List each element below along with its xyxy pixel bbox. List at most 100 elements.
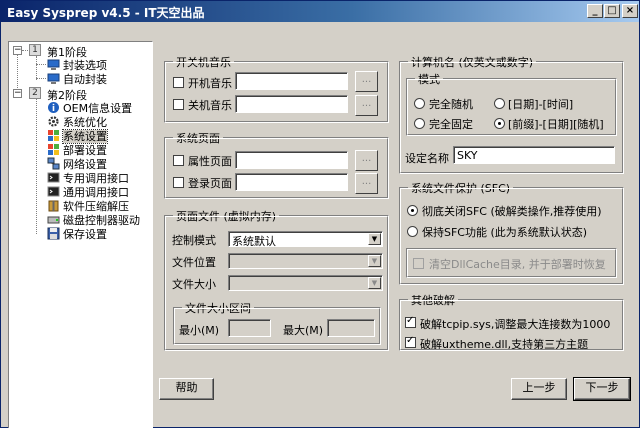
computer-name-group: 计算机名 (仅英文或数字) 模式 完全随机 [日期]-[时间] 完全固定 [前缀… [399, 54, 624, 174]
sfc-group: 系统文件保护 (SFC) 彻底关闭SFC (破解类操作,推荐使用) 保持SFC功… [399, 180, 624, 285]
boot-music-title: 开关机音乐 [173, 54, 234, 70]
minimize-button[interactable]: _ [587, 4, 603, 18]
startup-music-browse-button[interactable]: ... [355, 71, 378, 92]
login-page-checkbox[interactable] [173, 177, 184, 188]
uxtheme-crack-checkbox[interactable] [405, 335, 416, 348]
maximize-button[interactable]: □ [604, 4, 620, 18]
pagefile-group: 页面文件 (虚拟内存) 控制模式 系统默认 ▼ 文件位置 ▼ 文件大小 ▼ 文件… [164, 208, 389, 351]
clear-dllcache-label: 清空DllCache目录, 并于部署时恢复 [429, 258, 606, 271]
pagefile-size-label: 文件大小 [172, 278, 216, 291]
stage2-expander[interactable]: − [13, 89, 22, 98]
window-title: Easy Sysprep v4.5 - IT天空出品 [7, 6, 205, 20]
name-mode-prefix-label: [前缀]-[日期][随机] [508, 118, 604, 131]
tree-item-dedicated-interface[interactable]: 专用调用接口 [47, 170, 129, 185]
monitor-icon [47, 58, 60, 71]
stage1-number: 1 [29, 44, 41, 56]
sfc-keep-radio[interactable] [407, 226, 418, 237]
computer-name-title: 计算机名 (仅英文或数字) [408, 54, 537, 70]
tree-item-label: 自动封装 [63, 73, 107, 86]
props-page-label: 属性页面 [188, 155, 232, 168]
computer-name-mode-group: 模式 完全随机 [日期]-[时间] 完全固定 [前缀]-[日期][随机] [406, 71, 617, 136]
shutdown-music-browse-button[interactable]: ... [355, 95, 378, 116]
tree-item-optimize[interactable]: 系统优化 [47, 114, 107, 129]
tcpip-crack-checkbox[interactable] [405, 315, 416, 328]
startup-music-checkbox[interactable] [173, 77, 184, 88]
clear-dllcache-checkbox[interactable] [413, 258, 424, 269]
tree-item-system-settings[interactable]: 系统设置 [47, 128, 108, 144]
props-page-input[interactable] [235, 151, 348, 169]
tree-item-disk-driver[interactable]: 磁盘控制器驱动 [47, 212, 140, 227]
name-mode-fixed-label: 完全固定 [429, 118, 473, 131]
min-size-input[interactable] [228, 319, 271, 337]
name-mode-fixed-radio[interactable] [414, 118, 425, 129]
login-page-input[interactable] [235, 173, 348, 191]
pagefile-location-select[interactable]: ▼ [228, 253, 383, 269]
sfc-keep-label: 保持SFC功能 (此为系统默认状态) [422, 226, 588, 239]
pagefile-title: 页面文件 (虚拟内存) [173, 208, 280, 224]
shutdown-music-checkbox[interactable] [173, 99, 184, 110]
name-mode-prefix-radio[interactable] [494, 118, 505, 129]
disk-icon [47, 213, 60, 226]
terminal-icon [47, 185, 60, 198]
boot-music-group: 开关机音乐 开机音乐 ... 关机音乐 ... [164, 54, 389, 123]
pagefile-location-label: 文件位置 [172, 256, 216, 269]
max-size-input[interactable] [327, 319, 375, 337]
uxtheme-crack-label: 破解uxtheme.dll,支持第三方主题 [420, 338, 589, 351]
max-size-label: 最大(M) [283, 324, 324, 337]
props-page-checkbox[interactable] [173, 155, 184, 166]
system-page-title: 系统页面 [173, 130, 223, 146]
terminal-icon [47, 171, 60, 184]
chevron-down-icon[interactable]: ▼ [368, 233, 381, 245]
sfc-disable-radio[interactable] [407, 205, 418, 216]
computer-name-mode-title: 模式 [415, 71, 443, 87]
name-mode-datetime-label: [日期]-[时间] [508, 98, 574, 111]
stage1-expander[interactable]: − [13, 46, 22, 55]
close-button[interactable]: × [622, 4, 638, 18]
login-page-label: 登录页面 [188, 177, 232, 190]
tree-item-auto-package[interactable]: 自动封装 [47, 71, 107, 86]
startup-music-label: 开机音乐 [188, 77, 232, 90]
gear-icon [47, 115, 60, 128]
startup-music-input[interactable] [235, 72, 348, 90]
props-page-browse-button[interactable]: ... [355, 150, 378, 171]
prev-button[interactable]: 上一步 [511, 378, 567, 400]
sfc-disable-label: 彻底关闭SFC (破解类操作,推荐使用) [422, 205, 602, 218]
system-page-group: 系统页面 属性页面 ... 登录页面 ... [164, 130, 389, 199]
tcpip-crack-label: 破解tcpip.sys,调整最大连接数为1000 [420, 318, 611, 331]
network-icon [47, 157, 60, 170]
shutdown-music-input[interactable] [235, 95, 348, 113]
tree-stage1[interactable]: 第1阶段 [47, 44, 87, 59]
tree-item-generic-interface[interactable]: 通用调用接口 [47, 184, 129, 199]
pagefile-mode-select[interactable]: 系统默认 ▼ [228, 231, 383, 248]
main-window: Easy Sysprep v4.5 - IT天空出品 _ □ × − 1 第1阶… [0, 0, 640, 428]
other-crack-group: 其他破解 破解tcpip.sys,调整最大连接数为1000 破解uxtheme.… [399, 292, 624, 351]
windows-flag-icon [47, 129, 60, 142]
login-page-browse-button[interactable]: ... [355, 173, 378, 194]
shutdown-music-label: 关机音乐 [188, 99, 232, 112]
name-mode-random-radio[interactable] [414, 98, 425, 109]
tree-item-deploy[interactable]: 部署设置 [47, 142, 107, 157]
tree-item-network[interactable]: 网络设置 [47, 156, 107, 171]
pagefile-mode-label: 控制模式 [172, 234, 216, 247]
windows-flag-icon [47, 143, 60, 156]
help-button[interactable]: 帮助 [159, 378, 214, 400]
size-range-title: 文件大小区间 [182, 300, 254, 316]
sfc-title: 系统文件保护 (SFC) [408, 180, 514, 196]
pagefile-size-select[interactable]: ▼ [228, 275, 383, 291]
tree-item-oem-info[interactable]: OEM信息设置 [47, 100, 132, 115]
tree-item-save-settings[interactable]: 保存设置 [47, 226, 107, 241]
tree-stage2[interactable]: 第2阶段 [47, 87, 87, 102]
set-name-label: 设定名称 [405, 152, 449, 165]
chevron-down-icon[interactable]: ▼ [368, 255, 381, 267]
tree-item-software-compress[interactable]: 软件压缩解压 [47, 198, 129, 213]
set-name-input[interactable]: SKY [453, 146, 615, 164]
min-size-label: 最小(M) [179, 324, 220, 337]
chevron-down-icon[interactable]: ▼ [368, 277, 381, 289]
title-bar[interactable]: Easy Sysprep v4.5 - IT天空出品 _ □ × [1, 1, 639, 22]
tree-item-label: 保存设置 [63, 228, 107, 241]
monitor-icon [47, 72, 60, 85]
tree-item-package-options[interactable]: 封装选项 [47, 57, 107, 72]
archive-icon [47, 199, 60, 212]
next-button[interactable]: 下一步 [573, 377, 631, 401]
name-mode-datetime-radio[interactable] [494, 98, 505, 109]
